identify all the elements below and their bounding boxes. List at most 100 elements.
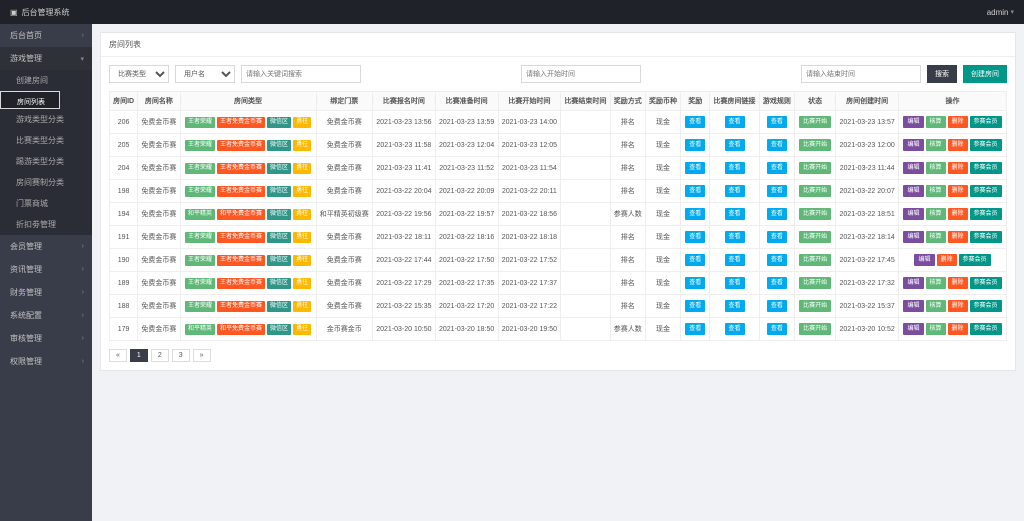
edit-button[interactable]: 编辑 — [903, 116, 923, 128]
del-button[interactable]: 删除 — [948, 323, 968, 335]
edit-button[interactable]: 编辑 — [903, 139, 923, 151]
view-link-button[interactable]: 查看 — [725, 254, 745, 266]
view-rules-button[interactable]: 查看 — [767, 277, 787, 289]
sidebar-subitem[interactable]: 门票商城 — [0, 193, 92, 214]
view-link-button[interactable]: 查看 — [725, 139, 745, 151]
edit-button[interactable]: 编辑 — [903, 162, 923, 174]
sidebar-subitem[interactable]: 游戏类型分类 — [0, 109, 92, 130]
view-link-button[interactable]: 查看 — [725, 208, 745, 220]
view-link-button[interactable]: 查看 — [725, 300, 745, 312]
status-button[interactable]: 比赛开始 — [799, 139, 831, 151]
sidebar-item[interactable]: 财务管理› — [0, 281, 92, 304]
view-rules-button[interactable]: 查看 — [767, 300, 787, 312]
member-button[interactable]: 参赛会员 — [970, 116, 1002, 128]
sidebar-item[interactable]: 游戏管理▾ — [0, 47, 92, 70]
create-room-button[interactable]: 创建房间 — [963, 65, 1007, 83]
sidebar-item[interactable]: 权限管理› — [0, 350, 92, 373]
edit-button[interactable]: 编辑 — [903, 277, 923, 289]
member-button[interactable]: 参赛会员 — [970, 323, 1002, 335]
view-reward-button[interactable]: 查看 — [685, 254, 705, 266]
del-button[interactable]: 删除 — [948, 300, 968, 312]
start-time-input[interactable] — [521, 65, 641, 83]
sidebar-subitem[interactable]: 创建房间 — [0, 70, 92, 91]
view-reward-button[interactable]: 查看 — [685, 323, 705, 335]
view-rules-button[interactable]: 查看 — [767, 185, 787, 197]
view-rules-button[interactable]: 查看 — [767, 254, 787, 266]
edit-button[interactable]: 编辑 — [903, 208, 923, 220]
status-button[interactable]: 比赛开始 — [799, 277, 831, 289]
sidebar-subitem[interactable]: 折扣劵管理 — [0, 214, 92, 235]
status-button[interactable]: 比赛开始 — [799, 162, 831, 174]
sidebar-subitem[interactable]: 比赛类型分类 — [0, 130, 92, 151]
del-button[interactable]: 删除 — [948, 116, 968, 128]
page-button[interactable]: 3 — [172, 349, 190, 362]
view-rules-button[interactable]: 查看 — [767, 323, 787, 335]
type-select[interactable]: 比赛类型 — [109, 65, 169, 83]
member-button[interactable]: 参赛会员 — [970, 139, 1002, 151]
page-button[interactable]: » — [193, 349, 211, 362]
del-button[interactable]: 删除 — [948, 185, 968, 197]
view-rules-button[interactable]: 查看 — [767, 208, 787, 220]
view-reward-button[interactable]: 查看 — [685, 231, 705, 243]
check-button[interactable]: 核算 — [926, 323, 946, 335]
edit-button[interactable]: 编辑 — [903, 231, 923, 243]
member-button[interactable]: 参赛会员 — [970, 185, 1002, 197]
status-button[interactable]: 比赛开始 — [799, 300, 831, 312]
edit-button[interactable]: 编辑 — [903, 185, 923, 197]
sidebar-item[interactable]: 后台首页› — [0, 24, 92, 47]
edit-button[interactable]: 编辑 — [903, 323, 923, 335]
view-link-button[interactable]: 查看 — [725, 231, 745, 243]
view-rules-button[interactable]: 查看 — [767, 139, 787, 151]
view-reward-button[interactable]: 查看 — [685, 162, 705, 174]
sidebar-subitem[interactable]: 踢游类型分类 — [0, 151, 92, 172]
sidebar-item[interactable]: 系统配置› — [0, 304, 92, 327]
status-button[interactable]: 比赛开始 — [799, 254, 831, 266]
check-button[interactable]: 核算 — [926, 162, 946, 174]
page-button[interactable]: 2 — [151, 349, 169, 362]
sidebar-item[interactable]: 资讯管理› — [0, 258, 92, 281]
view-link-button[interactable]: 查看 — [725, 185, 745, 197]
view-rules-button[interactable]: 查看 — [767, 162, 787, 174]
member-button[interactable]: 参赛会员 — [970, 231, 1002, 243]
view-reward-button[interactable]: 查看 — [685, 277, 705, 289]
status-button[interactable]: 比赛开始 — [799, 231, 831, 243]
sidebar-item[interactable]: 会员管理› — [0, 235, 92, 258]
view-link-button[interactable]: 查看 — [725, 116, 745, 128]
view-reward-button[interactable]: 查看 — [685, 139, 705, 151]
keyword-input[interactable] — [241, 65, 361, 83]
check-button[interactable]: 核算 — [926, 116, 946, 128]
member-button[interactable]: 参赛会员 — [959, 254, 991, 266]
del-button[interactable]: 删除 — [948, 231, 968, 243]
status-button[interactable]: 比赛开始 — [799, 185, 831, 197]
status-button[interactable]: 比赛开始 — [799, 116, 831, 128]
sidebar-item[interactable]: 审核管理› — [0, 327, 92, 350]
member-button[interactable]: 参赛会员 — [970, 208, 1002, 220]
del-button[interactable]: 删除 — [937, 254, 957, 266]
check-button[interactable]: 核算 — [926, 231, 946, 243]
user-select[interactable]: 用户名 — [175, 65, 235, 83]
view-rules-button[interactable]: 查看 — [767, 116, 787, 128]
del-button[interactable]: 删除 — [948, 162, 968, 174]
edit-button[interactable]: 编辑 — [903, 300, 923, 312]
member-button[interactable]: 参赛会员 — [970, 162, 1002, 174]
status-button[interactable]: 比赛开始 — [799, 323, 831, 335]
del-button[interactable]: 删除 — [948, 277, 968, 289]
view-link-button[interactable]: 查看 — [725, 277, 745, 289]
end-time-input[interactable] — [801, 65, 921, 83]
search-button[interactable]: 搜索 — [927, 65, 957, 83]
edit-button[interactable]: 编辑 — [914, 254, 934, 266]
check-button[interactable]: 核算 — [926, 185, 946, 197]
view-link-button[interactable]: 查看 — [725, 162, 745, 174]
status-button[interactable]: 比赛开始 — [799, 208, 831, 220]
page-button[interactable]: 1 — [130, 349, 148, 362]
view-link-button[interactable]: 查看 — [725, 323, 745, 335]
member-button[interactable]: 参赛会员 — [970, 277, 1002, 289]
sidebar-subitem[interactable]: 房间赛制分类 — [0, 172, 92, 193]
sidebar-subitem[interactable]: 房间列表 — [0, 91, 60, 109]
view-reward-button[interactable]: 查看 — [685, 116, 705, 128]
view-reward-button[interactable]: 查看 — [685, 208, 705, 220]
view-reward-button[interactable]: 查看 — [685, 185, 705, 197]
view-reward-button[interactable]: 查看 — [685, 300, 705, 312]
check-button[interactable]: 核算 — [926, 300, 946, 312]
check-button[interactable]: 核算 — [926, 277, 946, 289]
